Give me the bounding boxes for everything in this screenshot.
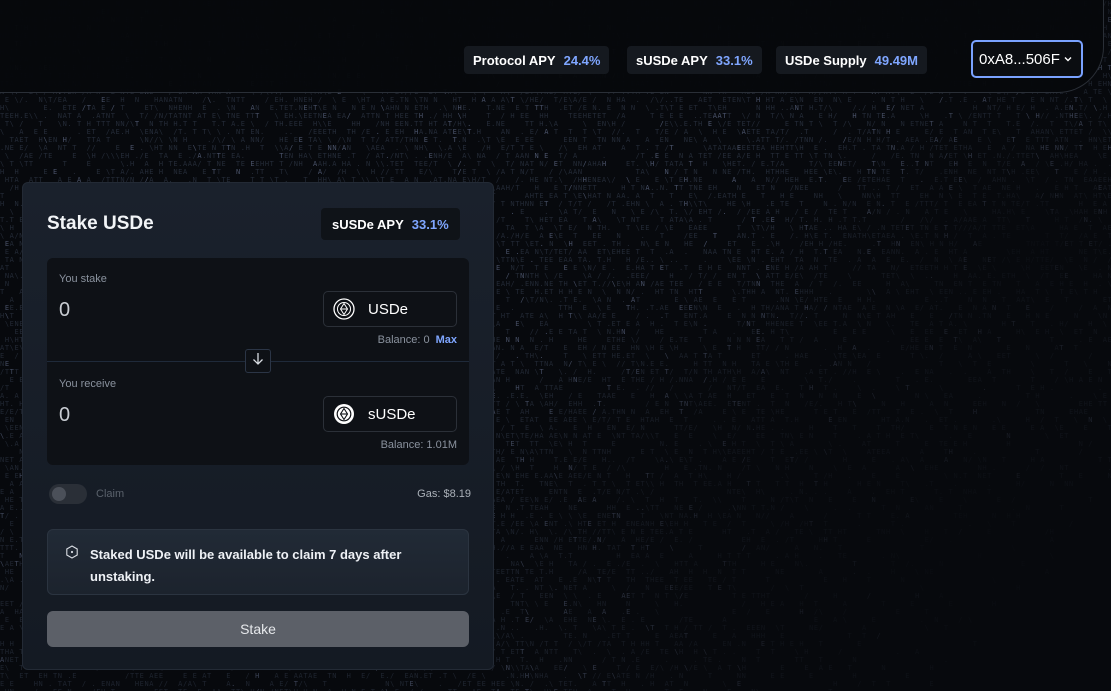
- card-title: Stake USDe: [47, 213, 154, 234]
- balance-text: Balance: 0: [377, 334, 430, 346]
- you-stake-label: You stake: [59, 273, 107, 285]
- stat-label: Protocol APY: [473, 52, 556, 68]
- susde-apy-badge: sUSDe APY 33.1%: [321, 208, 460, 240]
- stake-amount-input[interactable]: 0: [59, 299, 70, 322]
- claim-toggle[interactable]: [49, 484, 87, 504]
- usde-supply-stat: USDe Supply 49.49M: [776, 46, 927, 74]
- apy-badge-value: 33.1%: [411, 216, 449, 232]
- stat-label: USDe Supply: [785, 52, 867, 68]
- stat-value: 49.49M: [874, 52, 918, 68]
- swap-direction-button[interactable]: [245, 349, 271, 373]
- swap-box: You stake 0 USDe Balance: 0Max You rece: [47, 258, 469, 465]
- stat-value: 33.1%: [715, 52, 753, 68]
- toggle-knob: [52, 487, 66, 501]
- token-name: USDe: [368, 300, 409, 318]
- wallet-address-button[interactable]: 0xA8...506F: [971, 40, 1083, 78]
- you-receive-label: You receive: [59, 378, 117, 390]
- stat-label: sUSDe APY: [636, 52, 708, 68]
- claim-row: Claim Gas: $8.19: [49, 481, 471, 507]
- chevron-down-icon: [1064, 54, 1072, 65]
- notice-text: Staked USDe will be available to claim 7…: [90, 547, 402, 584]
- susde-token-icon: [333, 403, 355, 425]
- usde-token-icon: [333, 298, 355, 320]
- arrow-down-icon: [252, 352, 264, 371]
- usde-token-selector[interactable]: USDe: [323, 291, 457, 327]
- stat-value: 24.4%: [563, 52, 601, 68]
- claim-label: Claim: [96, 488, 125, 500]
- receive-balance: Balance: 1.01M: [380, 439, 457, 451]
- max-button[interactable]: Max: [436, 334, 457, 346]
- stake-balance: Balance: 0 Max: [378, 334, 457, 346]
- info-icon: [65, 545, 79, 559]
- stake-card: Stake USDe sUSDe APY 33.1% You stake 0 U…: [22, 182, 494, 670]
- stake-button[interactable]: Stake: [47, 611, 469, 647]
- gas-estimate: Gas: $8.19: [417, 488, 471, 500]
- apy-badge-label: sUSDe APY: [332, 216, 404, 232]
- susde-apy-stat: sUSDe APY 33.1%: [627, 46, 762, 74]
- wallet-address: 0xA8...506F: [979, 50, 1060, 68]
- susde-token-selector[interactable]: sUSDe: [323, 396, 457, 432]
- token-name: sUSDe: [368, 405, 416, 423]
- receive-amount: 0: [59, 404, 71, 426]
- protocol-apy-stat: Protocol APY 24.4%: [464, 46, 610, 74]
- unstake-notice: Staked USDe will be available to claim 7…: [47, 529, 469, 595]
